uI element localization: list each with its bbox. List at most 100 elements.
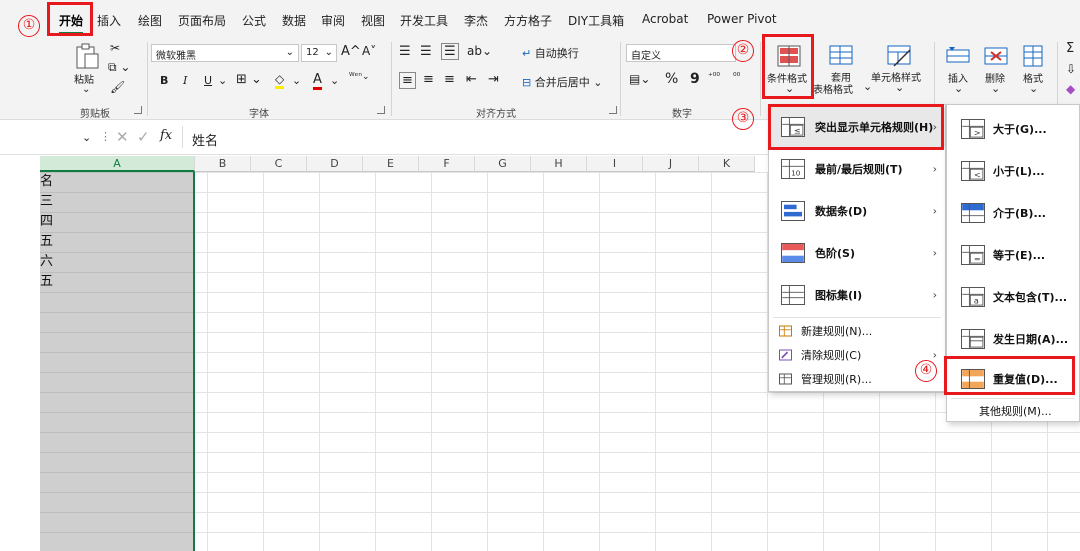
format-cells-icon[interactable]	[1020, 44, 1046, 68]
tab-draw[interactable]: 绘图	[138, 12, 162, 29]
font-size-select[interactable]: 12 ⌄	[301, 44, 337, 62]
tab-data[interactable]: 数据	[282, 12, 306, 29]
column-header-c[interactable]: C	[251, 156, 307, 172]
border-icon[interactable]: ⊞ ⌄	[236, 72, 262, 87]
submenu-item-date-occurring[interactable]: 发生日期(A)...	[947, 319, 1079, 359]
formula-input[interactable]: 姓名	[192, 130, 218, 149]
font-launcher-icon[interactable]	[377, 106, 385, 114]
underline-dropdown-icon[interactable]: ⌄	[218, 74, 227, 87]
format-painter-icon[interactable]: 🖌	[110, 80, 125, 94]
cell-a1[interactable]: 名	[40, 172, 53, 192]
menu-item-icon-sets[interactable]: 图标集(I) ›	[769, 275, 945, 315]
column-header-e[interactable]: E	[363, 156, 419, 172]
column-header-a[interactable]: A	[40, 156, 195, 172]
wrap-text-button[interactable]: ↵ 自动换行	[522, 45, 579, 61]
menu-item-color-scales[interactable]: 色阶(S) ›	[769, 233, 945, 273]
tab-ffcell[interactable]: 方方格子	[504, 12, 552, 29]
grow-font-button[interactable]: A^	[341, 44, 361, 59]
clear-icon[interactable]: ◆	[1066, 82, 1075, 96]
align-bottom-icon[interactable]: ☰	[441, 43, 459, 60]
merge-center-button[interactable]: ⊟ 合并后居中 ⌄	[522, 74, 602, 90]
cancel-formula-icon[interactable]: ✕	[116, 128, 129, 146]
column-header-g[interactable]: G	[475, 156, 531, 172]
format-as-table-icon[interactable]	[828, 44, 854, 68]
submenu-item-less-than[interactable]: < 小于(L)...	[947, 151, 1079, 191]
percent-button[interactable]: %	[665, 71, 678, 87]
cell-a4[interactable]: 五	[40, 232, 53, 252]
font-color-dropdown-icon[interactable]: ⌄	[330, 74, 339, 87]
number-format-select[interactable]: 自定义	[626, 44, 736, 62]
fill-icon[interactable]: ⇩	[1066, 62, 1076, 76]
column-header-d[interactable]: D	[307, 156, 363, 172]
submenu-item-greater-than[interactable]: > 大于(G)...	[947, 109, 1079, 149]
copy-icon[interactable]: ⧉ ⌄	[108, 60, 130, 75]
cut-icon[interactable]: ✂	[110, 41, 120, 55]
shrink-font-button[interactable]: A˅	[362, 44, 376, 58]
orientation-icon[interactable]: ab⌄	[467, 44, 492, 58]
autosum-icon[interactable]: Σ	[1066, 41, 1074, 56]
column-header-b[interactable]: B	[195, 156, 251, 172]
column-a-selection[interactable]	[40, 172, 195, 551]
phonetic-icon[interactable]: ᵂᵉⁿ⌄	[349, 72, 369, 82]
tab-view[interactable]: 视图	[361, 12, 385, 29]
tab-review[interactable]: 审阅	[321, 12, 345, 29]
formula-bar-options-icon[interactable]: ⋮	[100, 130, 111, 143]
decrease-indent-icon[interactable]: ⇤	[466, 72, 477, 87]
column-header-k[interactable]: K	[699, 156, 755, 172]
paste-icon[interactable]	[73, 42, 101, 70]
column-header-f[interactable]: F	[419, 156, 475, 172]
tab-power-pivot[interactable]: Power Pivot	[707, 12, 777, 26]
cell-a2[interactable]: 三	[40, 192, 53, 212]
column-header-i[interactable]: I	[587, 156, 643, 172]
clipboard-launcher-icon[interactable]	[134, 106, 142, 114]
submenu-item-between[interactable]: 介于(B)...	[947, 193, 1079, 233]
italic-button[interactable]: I	[183, 74, 187, 87]
increase-decimal-icon[interactable]: ⁺⁰⁰	[708, 72, 720, 82]
submenu-item-equal-to[interactable]: = 等于(E)...	[947, 235, 1079, 275]
tab-formulas[interactable]: 公式	[242, 12, 266, 29]
cell-a5[interactable]: 六	[40, 252, 53, 272]
tab-acrobat[interactable]: Acrobat	[642, 12, 688, 26]
tab-lijie[interactable]: 李杰	[464, 12, 488, 29]
format-cells-dropdown-icon[interactable]: ⌄	[1029, 82, 1038, 95]
align-top-icon[interactable]: ☰	[399, 44, 411, 59]
underline-button[interactable]: U	[204, 74, 212, 87]
menu-item-data-bars[interactable]: 数据条(D) ›	[769, 191, 945, 231]
comma-style-button[interactable]: 9	[690, 71, 700, 87]
bold-button[interactable]: B	[160, 74, 168, 87]
fill-color-icon[interactable]: ◇	[275, 72, 285, 89]
delete-cells-icon[interactable]	[983, 44, 1009, 68]
cell-a6[interactable]: 五	[40, 272, 53, 292]
column-header-j[interactable]: J	[643, 156, 699, 172]
submenu-item-text-contains[interactable]: a 文本包含(T)...	[947, 277, 1079, 317]
insert-cells-dropdown-icon[interactable]: ⌄	[954, 82, 963, 95]
font-color-button[interactable]: A	[313, 72, 322, 90]
delete-cells-dropdown-icon[interactable]: ⌄	[991, 82, 1000, 95]
align-right-icon[interactable]: ≡	[444, 72, 455, 87]
insert-cells-icon[interactable]	[945, 44, 971, 68]
submenu-item-more-rules[interactable]: 其他规则(M)...	[947, 400, 1079, 422]
tab-diy-toolbox[interactable]: DIY工具箱	[568, 12, 624, 29]
cell-a3[interactable]: 四	[40, 212, 53, 232]
name-box-dropdown-icon[interactable]: ⌄	[82, 131, 91, 144]
alignment-launcher-icon[interactable]	[609, 106, 617, 114]
menu-item-new-rule[interactable]: 新建规则(N)...	[769, 319, 945, 343]
increase-indent-icon[interactable]: ⇥	[488, 72, 499, 87]
column-header-h[interactable]: H	[531, 156, 587, 172]
align-left-icon[interactable]: ≡	[399, 72, 416, 89]
font-name-select[interactable]: 微软雅黑 ⌄	[151, 44, 299, 62]
tab-insert[interactable]: 插入	[97, 12, 121, 29]
tab-developer[interactable]: 开发工具	[400, 12, 448, 29]
align-center-icon[interactable]: ≡	[423, 72, 434, 87]
cell-styles-icon[interactable]	[886, 44, 912, 68]
accounting-format-icon[interactable]: ▤⌄	[629, 72, 650, 86]
insert-function-button[interactable]: fx	[160, 128, 172, 143]
paste-dropdown-icon[interactable]: ⌄	[82, 84, 90, 95]
cell-styles-dropdown-icon[interactable]: ⌄	[895, 81, 904, 94]
confirm-formula-icon[interactable]: ✓	[137, 128, 150, 146]
decrease-decimal-icon[interactable]: ⁰⁰	[733, 72, 740, 82]
fill-color-dropdown-icon[interactable]: ⌄	[292, 74, 301, 87]
menu-item-top-bottom-rules[interactable]: 10 最前/最后规则(T) ›	[769, 149, 945, 189]
format-as-table-label-2[interactable]: 表格格式	[813, 81, 853, 96]
align-middle-icon[interactable]: ☰	[420, 44, 432, 59]
